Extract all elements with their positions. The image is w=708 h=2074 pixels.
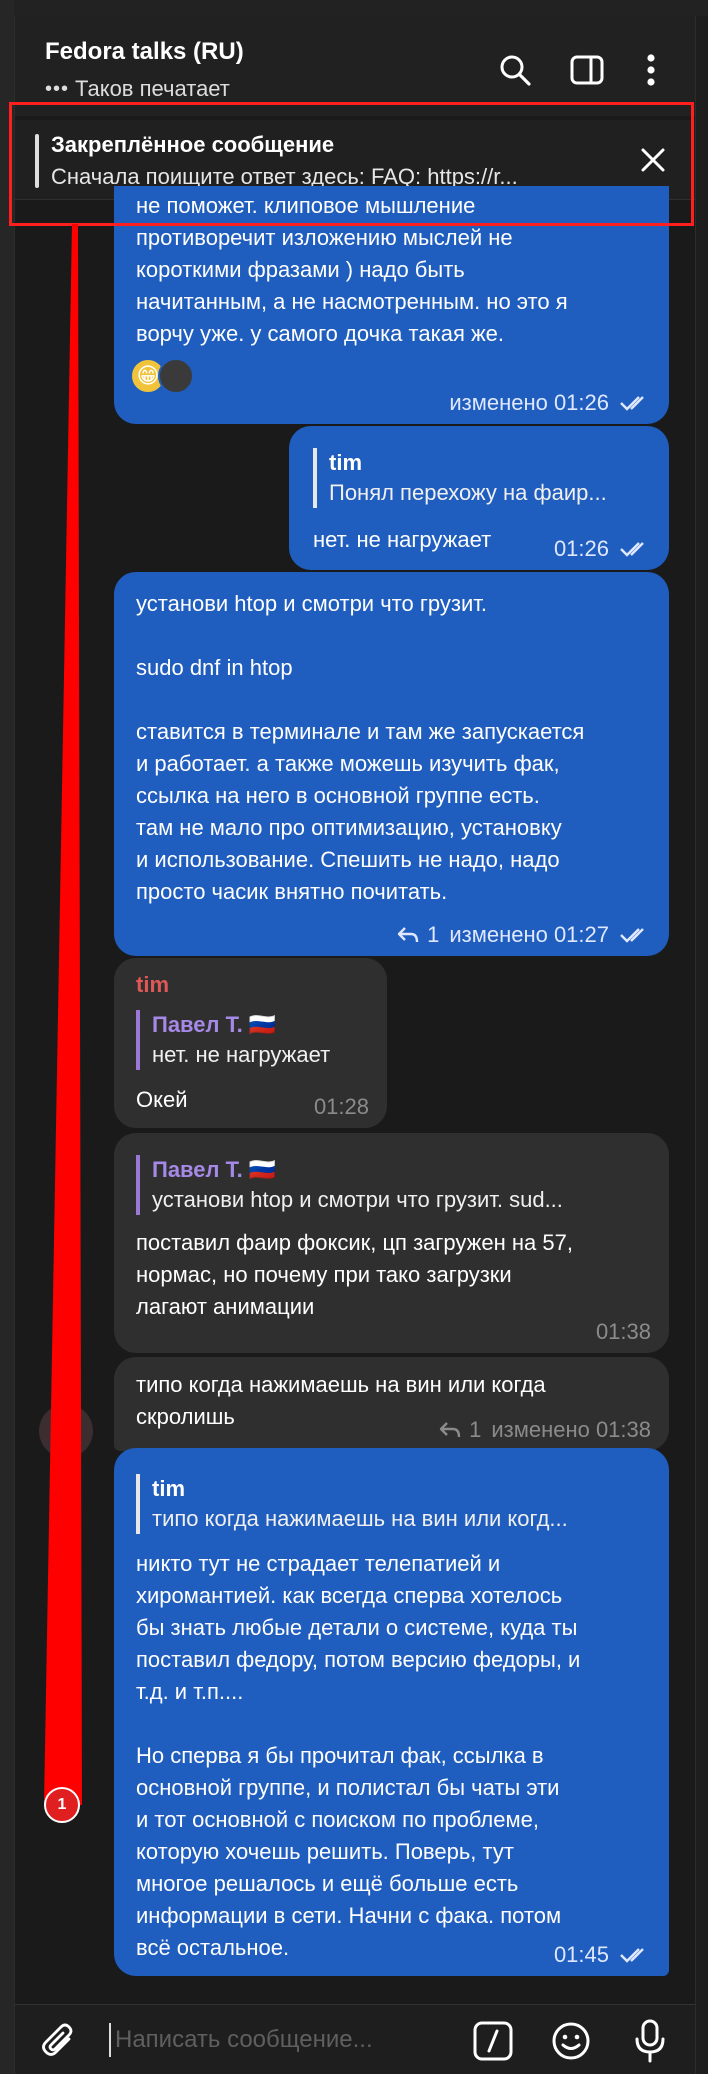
reactions[interactable]: 😁 — [130, 358, 194, 394]
reply-counter[interactable]: 1 — [397, 922, 439, 948]
reply-count: 1 — [427, 922, 440, 947]
microphone-icon[interactable] — [633, 2019, 667, 2068]
message-meta: 01:28 — [314, 1094, 369, 1120]
chat-status: ••• Таков печатает — [45, 76, 230, 102]
reply-counter[interactable]: 1 — [439, 1417, 481, 1443]
typing-indicator: ••• — [45, 77, 70, 100]
double-check-icon — [620, 542, 644, 557]
reply-quote[interactable]: tim Понял перехожу на фаир... — [313, 448, 645, 508]
typing-status-text: Таков печатает — [75, 76, 230, 101]
message-bubble[interactable]: установи htop и смотри что грузит. sudo … — [114, 572, 669, 956]
quote-text: Понял перехожу на фаир... — [329, 480, 607, 505]
quote-text: типо когда нажимаешь на вин или когд... — [152, 1506, 568, 1531]
chat-title[interactable]: Fedora talks (RU) — [45, 38, 244, 66]
avatar[interactable] — [39, 1404, 93, 1458]
message-meta: 01:45 — [554, 1942, 651, 1968]
reactor-avatar — [158, 358, 194, 394]
message-meta: 01:26 — [554, 536, 651, 562]
chat-header[interactable]: Fedora talks (RU) ••• Таков печатает — [15, 16, 695, 116]
message-time: изменено 01:38 — [491, 1417, 651, 1442]
emoji-icon[interactable] — [551, 2021, 591, 2066]
reply-icon — [397, 927, 419, 943]
message-meta: 1 изменено 01:27 — [397, 922, 651, 948]
close-icon[interactable] — [637, 144, 669, 176]
attach-icon[interactable] — [39, 2021, 77, 2066]
message-meta: 1 изменено 01:38 — [439, 1417, 651, 1443]
quote-author: Павел Т. 🇷🇺 — [152, 1157, 277, 1182]
message-time: 01:28 — [313, 1094, 369, 1119]
message-bubble[interactable]: tim Павел Т. 🇷🇺 нет. не нагружает Окей 0… — [114, 958, 387, 1128]
pinned-accent-bar — [35, 134, 39, 188]
quote-author: tim — [329, 450, 362, 475]
more-vertical-icon[interactable] — [631, 50, 671, 90]
message-text: не поможет. клиповое мышление противореч… — [136, 193, 568, 346]
double-check-icon — [620, 1948, 644, 1963]
message-meta: 01:38 — [596, 1319, 651, 1345]
message-text: нет. не нагружает — [313, 527, 492, 552]
quote-author: tim — [152, 1476, 185, 1501]
message-sender[interactable]: tim — [136, 972, 169, 998]
message-text: Окей — [136, 1087, 188, 1112]
message-time: 01:38 — [595, 1319, 651, 1344]
message-bubble[interactable]: Павел Т. 🇷🇺 установи htop и смотри что г… — [114, 1133, 669, 1353]
screen-left-edge — [0, 0, 14, 2074]
double-check-icon — [620, 928, 644, 943]
message-meta: изменено 01:26 — [449, 390, 651, 416]
search-icon[interactable] — [495, 50, 535, 90]
message-text: никто тут не страдает телепатией и хиром… — [136, 1551, 581, 1960]
message-bubble[interactable]: не поможет. клиповое мышление противореч… — [114, 186, 669, 424]
commands-icon[interactable] — [473, 2021, 513, 2066]
pinned-title: Закреплённое сообщение — [51, 132, 335, 157]
reply-quote[interactable]: tim типо когда нажимаешь на вин или когд… — [136, 1474, 641, 1534]
quote-author: Павел Т. 🇷🇺 — [152, 1012, 277, 1037]
double-check-icon — [620, 396, 644, 411]
message-input[interactable]: Написать сообщение... — [109, 2023, 373, 2057]
reply-count: 1 — [469, 1417, 482, 1442]
message-text: поставил фаир фоксик, цп загружен на 57,… — [136, 1230, 573, 1319]
reply-icon — [439, 1422, 461, 1438]
sidebar-toggle-icon[interactable] — [567, 50, 607, 90]
message-time: 01:45 — [553, 1942, 609, 1967]
chat-window: Fedora talks (RU) ••• Таков печатает Зак… — [14, 16, 696, 2074]
message-time: изменено 01:26 — [449, 390, 609, 415]
unread-badge[interactable]: 1 — [44, 1787, 80, 1823]
message-bubble[interactable]: tim типо когда нажимаешь на вин или когд… — [114, 1448, 669, 1976]
screen-top-edge — [0, 0, 708, 16]
message-text: установи htop и смотри что грузит. sudo … — [136, 591, 585, 904]
reply-quote[interactable]: Павел Т. 🇷🇺 установи htop и смотри что г… — [136, 1155, 636, 1215]
quote-text: установи htop и смотри что грузит. sud..… — [152, 1187, 563, 1212]
reply-quote[interactable]: Павел Т. 🇷🇺 нет. не нагружает — [136, 1010, 366, 1070]
message-time: 01:26 — [553, 536, 609, 561]
message-composer: Написать сообщение... — [15, 2004, 695, 2074]
message-bubble[interactable]: типо когда нажимаешь на вин или когда ск… — [114, 1357, 669, 1451]
message-time: изменено 01:27 — [449, 922, 609, 947]
message-bubble[interactable]: tim Понял перехожу на фаир... нет. не на… — [289, 426, 669, 570]
quote-text: нет. не нагружает — [152, 1042, 331, 1067]
